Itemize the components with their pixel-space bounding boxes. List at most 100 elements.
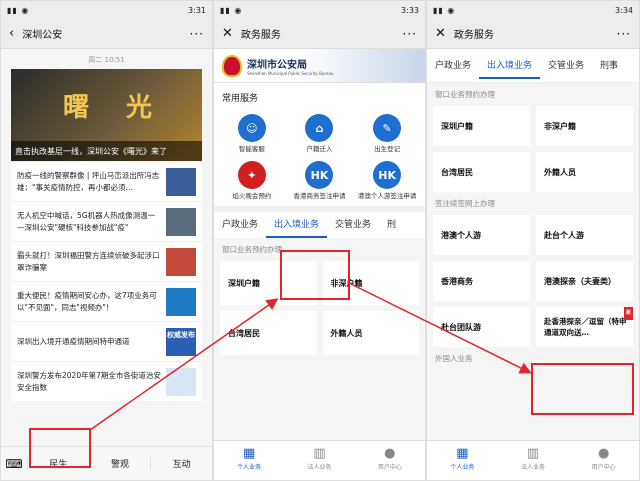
bureau-banner: 深圳市公安局 Shenzhen Municipal Public Securit… [214, 49, 425, 83]
business-tabs: 户政业务 出入境业务 交管业务 刑 [214, 206, 425, 238]
btn-hkmo-individual[interactable]: 港澳个人游 [433, 215, 530, 255]
btn-taiwan-resident[interactable]: 台湾居民 [433, 152, 530, 192]
user-icon: ● [384, 446, 396, 461]
subsection-title: 签注续签网上办理 [435, 199, 495, 208]
service-fireworks-booking[interactable]: ✦ 焰火晚会预约 [218, 161, 286, 200]
news-item[interactable]: 无人机空中喊话，5G机器人热成像测温一—深圳公安"硬核"科技参加战"疫" [11, 201, 202, 241]
menu-hudong[interactable]: 互动 [150, 457, 212, 470]
tab-corporate[interactable]: ▥ 法人业务 [284, 441, 354, 480]
page-title: 政务服务 [453, 30, 494, 41]
keyboard-icon[interactable]: ⌨ [1, 457, 27, 471]
status-time: 3:31 [188, 5, 206, 15]
btn-foreigner[interactable]: 外籍人员 [536, 152, 633, 192]
hero-article[interactable]: 曙 光 直击执改基层一线，深圳公安《曙光》来了 [11, 69, 202, 161]
tab-corporate[interactable]: ▥ 法人业务 [498, 441, 569, 480]
btn-taiwan-individual[interactable]: 赴台个人游 [536, 215, 633, 255]
news-title: 深圳警方发布2020年第7期全市各街道治安安全指数 [17, 370, 161, 392]
news-thumbnail [166, 167, 196, 196]
tab-churujing[interactable]: 出入境业务 [479, 53, 541, 79]
btn-foreigner[interactable]: 外籍人员 [322, 311, 419, 355]
service-ai-support[interactable]: ☺ 智能客服 [218, 114, 286, 153]
chat-icon: ☺ [237, 114, 266, 142]
police-badge-icon [222, 54, 242, 77]
subsection-title: 窗口业务预约办理 [435, 90, 495, 99]
service-birth-registration[interactable]: ✎ 出生登记 [353, 114, 421, 153]
close-icon[interactable]: ✕ [435, 26, 446, 41]
page-title: 政务服务 [240, 30, 281, 41]
news-item[interactable]: 深圳出入境开通疫情期间特申通道 权威发布 [11, 321, 202, 361]
btn-non-shenzhen-hukou[interactable]: 非深户籍 [536, 106, 633, 146]
tab-label: 法人业务 [521, 464, 546, 471]
close-icon[interactable]: ✕ [222, 26, 233, 41]
hero-caption: 直击执改基层一线，深圳公安《曙光》来了 [11, 141, 202, 161]
menu-jingguan[interactable]: 警观 [88, 457, 151, 470]
message-timestamp: 周二 10:51 [88, 56, 125, 64]
back-icon[interactable]: ‹ [9, 26, 14, 41]
nav-bar: ✕ 政务服务 ··· [214, 19, 425, 49]
tab-huzheng[interactable]: 户政业务 [427, 53, 479, 79]
btn-taiwan-resident[interactable]: 台湾居民 [220, 311, 317, 355]
news-item[interactable]: 防疫一线的警察群像 | 坪山马峦派出所冯志雄："事关疫情防控，再小都必须… [11, 161, 202, 201]
new-badge: 新 [623, 307, 633, 320]
status-bar: ▮▮ ◉ 3:34 [427, 1, 639, 19]
status-bar: ▮▮ ◉ 3:31 [1, 1, 212, 19]
news-thumbnail [166, 287, 196, 316]
status-time: 3:34 [615, 5, 633, 15]
tab-xing[interactable]: 刑 [379, 212, 404, 238]
more-icon[interactable]: ··· [403, 27, 417, 41]
business-tabs: 户政业务 出入境业务 交管业务 刑事 [427, 49, 639, 83]
common-services-grid: ☺ 智能客服 ⌂ 户籍迁入 ✎ 出生登记 ✦ 焰火晚会预约 HK 香港商务签注申请 HK 港… [214, 110, 425, 206]
service-label: 焰火晚会预约 [232, 192, 272, 200]
btn-hk-business[interactable]: 香港商务 [433, 261, 530, 301]
panel-shenzhen-police-account: ▮▮ ◉ 3:31 ‹ 深圳公安 ··· 周二 10:51 曙 光 直击执改基层… [0, 0, 213, 481]
article-card: 曙 光 直击执改基层一线，深圳公安《曙光》来了 防疫一线的警察群像 | 坪山马峦… [11, 69, 202, 401]
more-icon[interactable]: ··· [190, 27, 204, 41]
signal-icons: ▮▮ ◉ [433, 5, 456, 15]
tab-jiaoguan[interactable]: 交管业务 [540, 53, 592, 79]
service-label: 智能客服 [238, 145, 265, 153]
tab-churujing[interactable]: 出入境业务 [266, 212, 328, 238]
news-thumbnail [166, 207, 196, 236]
highlight-box-minsheng [29, 428, 91, 468]
tab-user-center[interactable]: ● 用户中心 [568, 441, 639, 480]
btn-hkmo-family-visit[interactable]: 港澳探亲（夫妻类） [536, 261, 633, 301]
btn-shenzhen-hukou[interactable]: 深圳户籍 [433, 106, 530, 146]
person-icon: ▦ [456, 446, 469, 461]
tab-jiaoguan[interactable]: 交管业务 [327, 212, 379, 238]
news-item[interactable]: 重大便民！疫情期间安心办，这7项业务可以"不见面"，同志"视频办"！ [11, 281, 202, 321]
tab-personal[interactable]: ▦ 个人业务 [427, 441, 498, 480]
hk-icon: HK [373, 161, 402, 189]
person-icon: ▦ [243, 446, 256, 461]
tab-xingshi[interactable]: 刑事 [592, 53, 626, 79]
btn-hk-visit-special[interactable]: 赴香港探亲／逗留（特申通道双向送… 新 [536, 307, 633, 347]
news-title: 重大便民！疫情期间安心办，这7项业务可以"不见面"，同志"视频办"！ [17, 290, 157, 312]
visa-renewal-grid: 港澳个人游 赴台个人游 香港商务 港澳探亲（夫妻类） 赴台团队游 赴香港探亲／逗… [427, 215, 639, 347]
more-icon[interactable]: ··· [617, 27, 631, 41]
window-booking-grid: 深圳户籍 非深户籍 台湾居民 外籍人员 [427, 106, 639, 192]
panel-gov-services: ▮▮ ◉ 3:33 ✕ 政务服务 ··· 深圳市公安局 Shenzhen Mun… [213, 0, 426, 481]
service-hk-business-visa[interactable]: HK 香港商务签注申请 [286, 161, 354, 200]
news-thumbnail: 权威发布 [166, 327, 196, 356]
service-hkmo-individual-visa[interactable]: HK 港澳个人游签注申请 [353, 161, 421, 200]
news-item[interactable]: 深圳警方发布2020年第7期全市各街道治安安全指数 [11, 361, 202, 401]
news-thumbnail [166, 367, 196, 396]
news-item[interactable]: 霸头就打！深圳福田警方连续侦破多起涉口罩诈骗案 [11, 241, 202, 281]
news-title: 深圳出入境开通疫情期间特申通道 [17, 336, 130, 346]
hk-icon: HK [305, 161, 334, 189]
tab-user-center[interactable]: ● 用户中心 [355, 441, 425, 480]
tab-label: 用户中心 [377, 464, 402, 471]
tab-label: 用户中心 [591, 464, 616, 471]
button-label: 赴香港探亲／逗留（特申通道双向送… [544, 317, 627, 337]
news-title: 防疫一线的警察群像 | 坪山马峦派出所冯志雄："事关疫情防控，再小都必须… [17, 170, 160, 192]
tab-label: 个人业务 [450, 464, 475, 471]
service-label: 户籍迁入 [306, 145, 333, 153]
section-title: 常用服务 [214, 83, 425, 110]
service-hukou-transfer[interactable]: ⌂ 户籍迁入 [286, 114, 354, 153]
bottom-tab-bar: ▦ 个人业务 ▥ 法人业务 ● 用户中心 [214, 440, 425, 480]
tab-huzheng[interactable]: 户政业务 [214, 212, 266, 238]
btn-taiwan-group[interactable]: 赴台团队游 [433, 307, 530, 347]
tab-personal[interactable]: ▦ 个人业务 [214, 441, 284, 480]
status-time: 3:33 [401, 5, 419, 15]
highlight-box-hk-visit [531, 363, 634, 415]
banner-subtitle: Shenzhen Municipal Public Security Burea… [247, 70, 334, 76]
